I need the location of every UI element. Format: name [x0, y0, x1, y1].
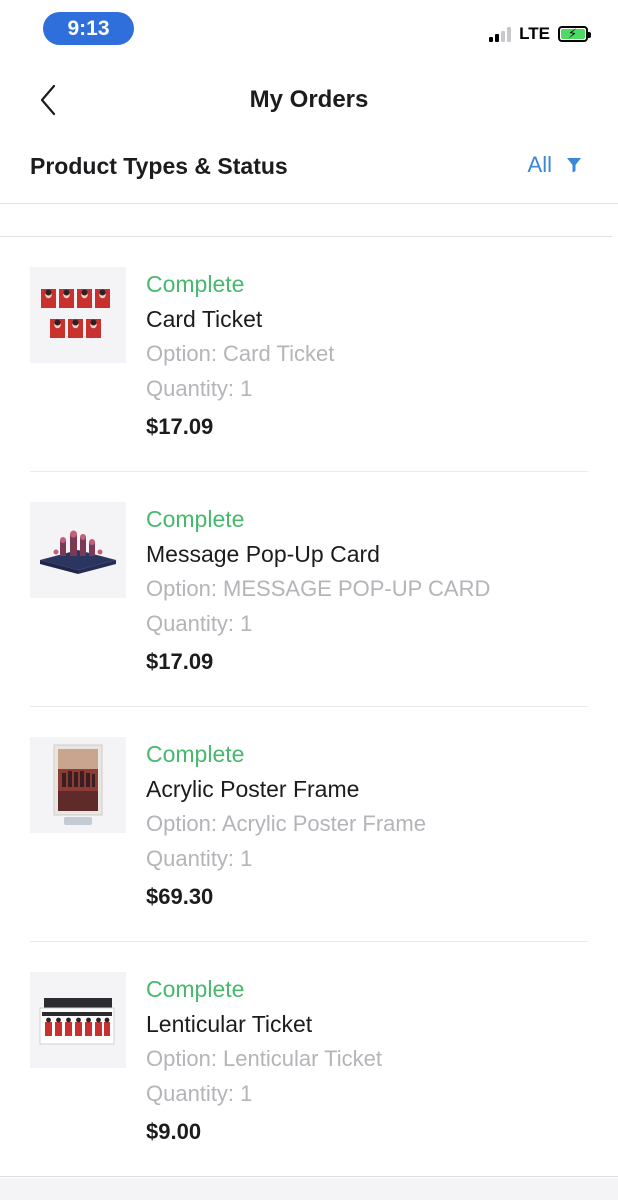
filter-dropdown[interactable]: All: [528, 152, 582, 178]
order-info: Complete Message Pop-Up Card Option: MES…: [146, 505, 490, 676]
product-thumbnail: [30, 267, 126, 363]
filter-bar: Product Types & Status All: [0, 140, 618, 204]
product-thumbnail: [30, 737, 126, 833]
order-item[interactable]: Complete Card Ticket Option: Card Ticket…: [0, 237, 618, 472]
order-status: Complete: [146, 741, 245, 767]
order-info: Complete Acrylic Poster Frame Option: Ac…: [146, 740, 426, 911]
order-item[interactable]: Complete Message Pop-Up Card Option: MES…: [0, 472, 618, 707]
order-info: Complete Card Ticket Option: Card Ticket…: [146, 270, 334, 441]
battery-icon: ⚡: [558, 26, 591, 42]
order-status: Complete: [146, 271, 245, 297]
filter-funnel-icon: [567, 158, 581, 173]
product-option: Option: Card Ticket: [146, 341, 335, 366]
item-divider: [0, 1176, 618, 1177]
product-name: Card Ticket: [146, 306, 263, 332]
order-item[interactable]: Complete Lenticular Ticket Option: Lenti…: [0, 942, 618, 1177]
status-bar: 9:13 LTE ⚡: [0, 0, 618, 60]
signal-icon: [489, 26, 512, 42]
product-quantity: Quantity: 1: [146, 846, 253, 871]
network-label: LTE: [519, 24, 550, 43]
product-quantity: Quantity: 1: [146, 611, 253, 636]
product-price: $17.09: [146, 649, 214, 674]
product-option: Option: MESSAGE POP-UP CARD: [146, 576, 491, 601]
status-time: 9:13: [43, 12, 134, 45]
product-option: Option: Lenticular Ticket: [146, 1046, 383, 1071]
order-list: Complete Card Ticket Option: Card Ticket…: [0, 237, 618, 1177]
product-thumbnail: [30, 502, 126, 598]
page-title: My Orders: [249, 86, 369, 113]
product-quantity: Quantity: 1: [146, 1081, 253, 1106]
product-option: Option: Acrylic Poster Frame: [146, 811, 426, 836]
order-info: Complete Lenticular Ticket Option: Lenti…: [146, 975, 382, 1146]
product-name: Lenticular Ticket: [146, 1011, 313, 1037]
product-price: $9.00: [146, 1119, 202, 1144]
product-name: Message Pop-Up Card: [146, 541, 380, 567]
order-status: Complete: [146, 976, 245, 1002]
filter-value: All: [527, 152, 552, 177]
status-indicators: LTE ⚡: [489, 24, 591, 44]
product-price: $69.30: [146, 884, 214, 909]
product-quantity: Quantity: 1: [146, 376, 253, 401]
next-section-background: [0, 1178, 618, 1200]
product-name: Acrylic Poster Frame: [146, 776, 360, 802]
filter-label: Product Types & Status: [30, 153, 288, 179]
product-price: $17.09: [146, 414, 214, 439]
order-status: Complete: [146, 506, 245, 532]
navigation-bar: My Orders: [0, 70, 618, 130]
charging-bolt-icon: ⚡: [568, 26, 578, 41]
order-item[interactable]: Complete Acrylic Poster Frame Option: Ac…: [0, 707, 618, 942]
product-thumbnail: [30, 972, 126, 1068]
